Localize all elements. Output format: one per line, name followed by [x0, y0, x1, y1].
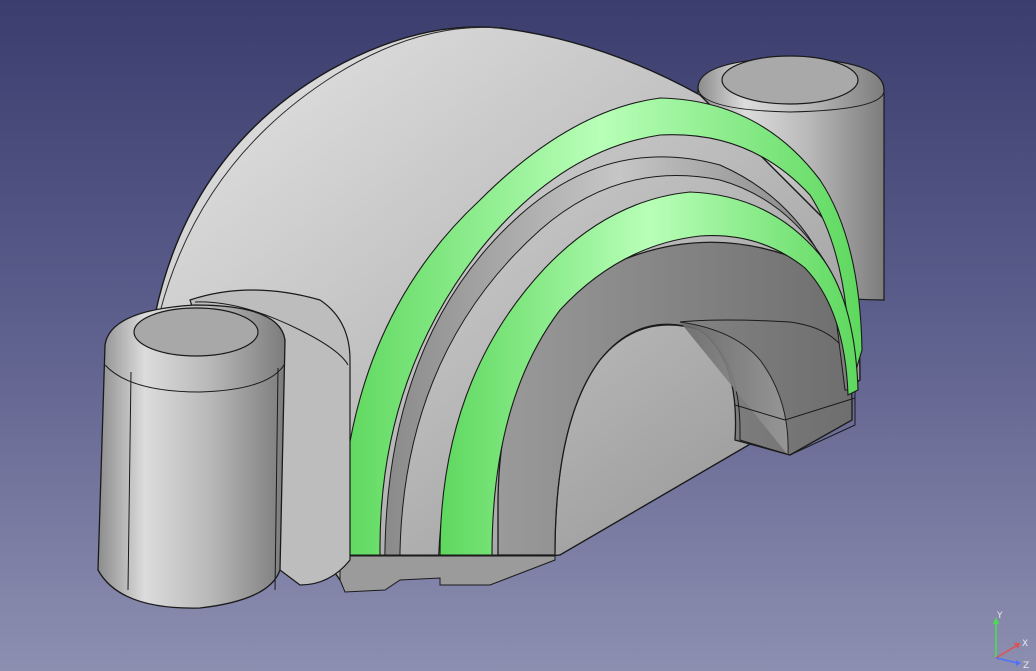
- 3d-model-bearing-cap[interactable]: [0, 0, 1036, 671]
- y-axis-label: Y: [996, 611, 1003, 621]
- z-axis-arrow-icon: [1016, 660, 1021, 666]
- z-axis-line: [995, 657, 1019, 664]
- 3d-viewport[interactable]: Y X Z: [0, 0, 1036, 671]
- x-axis-line: [995, 645, 1017, 659]
- x-axis-label: X: [1022, 639, 1028, 649]
- z-axis-label: Z: [1023, 661, 1029, 671]
- base-edge[interactable]: [339, 554, 556, 593]
- axis-triad[interactable]: Y X Z: [984, 606, 1036, 671]
- left-boss[interactable]: [97, 304, 286, 609]
